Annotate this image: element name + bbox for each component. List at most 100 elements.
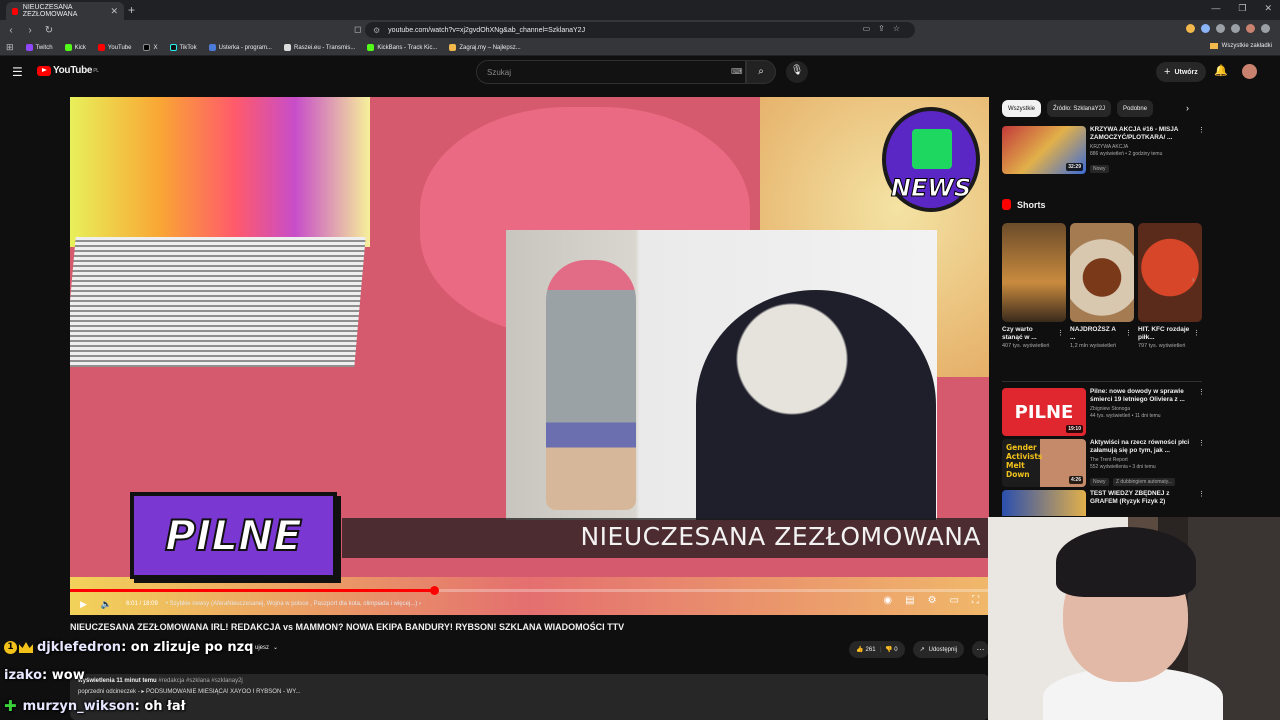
subtitles-icon[interactable]: ▤ bbox=[905, 595, 914, 606]
short-item[interactable]: Czy warto stanąć w ... 407 tys. wyświetl… bbox=[1002, 223, 1066, 349]
like-count: 261 bbox=[865, 647, 876, 653]
more-vert-icon[interactable]: ⋮ bbox=[1193, 329, 1200, 337]
more-vert-icon[interactable]: ⋮ bbox=[1198, 490, 1205, 498]
reload-icon[interactable]: ↻ bbox=[41, 25, 57, 36]
chapter-title[interactable]: • Szybkie newsy (AferaNieuczesanej, Wojn… bbox=[166, 601, 421, 607]
recommended-video[interactable]: Gender Activists Melt Down 4:26 Aktywiśc… bbox=[1002, 439, 1207, 487]
short-item[interactable]: HIT. KFC rozdaje piłk... 797 tys. wyświe… bbox=[1138, 223, 1202, 349]
more-actions-button[interactable]: ⋯ bbox=[972, 641, 989, 658]
create-button[interactable]: + Utwórz bbox=[1156, 62, 1206, 82]
bookmark-zagraj[interactable]: Zagraj.my – Najlepsz... bbox=[449, 44, 521, 51]
restore-icon[interactable]: ❐ bbox=[1238, 3, 1246, 14]
chat-message: ✚ murzyn_wikson : oh łał bbox=[4, 697, 185, 715]
back-icon[interactable]: ‹ bbox=[3, 25, 19, 36]
video-title-link[interactable]: Pilne: nowe dowody w sprawie śmierci 19 … bbox=[1090, 388, 1198, 404]
search-input[interactable]: Szukaj bbox=[476, 60, 746, 84]
bookmark-usterka[interactable]: Usterka - program... bbox=[208, 44, 272, 51]
bookmark-kickbans[interactable]: KickBans - Track Kic... bbox=[367, 44, 437, 51]
more-vert-icon[interactable]: ⋮ bbox=[1198, 388, 1205, 396]
recommended-video[interactable]: TEST WIEDZY ZBĘDNEJ z GRAFEM (Ryzyk Fizy… bbox=[1002, 490, 1207, 516]
autoplay-toggle-icon[interactable]: ◉ bbox=[883, 595, 892, 606]
kick-icon bbox=[64, 44, 72, 51]
play-icon[interactable]: ▶ bbox=[80, 599, 87, 610]
short-thumbnail[interactable] bbox=[1070, 223, 1134, 322]
recommended-video[interactable]: 32:29 KRZYWA AKCJA #16 - MISJA ZAMOCZYĆ/… bbox=[1002, 126, 1207, 174]
more-vert-icon[interactable]: ⋮ bbox=[1057, 329, 1064, 337]
browser-tab[interactable]: NIEUCZESANA ZEZŁOMOWANA ✕ bbox=[6, 2, 124, 20]
cast-icon[interactable]: ▭ bbox=[863, 24, 871, 33]
extension-icon[interactable] bbox=[1186, 24, 1195, 33]
video-thumbnail[interactable] bbox=[1002, 490, 1086, 516]
bookmark-kick[interactable]: Kick bbox=[64, 44, 86, 51]
short-title[interactable]: NAJDROŻSZ A ... bbox=[1070, 326, 1122, 342]
channel-name[interactable]: Zbigniew Stonoga bbox=[1090, 406, 1198, 412]
window-close-icon[interactable]: ✕ bbox=[1264, 3, 1272, 14]
address-bar[interactable]: ⚙ youtube.com/watch?v=xj2gvdOhXNg&ab_cha… bbox=[365, 22, 915, 38]
video-player[interactable]: NEWS NIEUCZESANA ZEZŁOMOWANA PILNE ▶ 🔈 6… bbox=[70, 97, 989, 615]
forward-icon[interactable]: › bbox=[22, 25, 38, 36]
all-bookmarks[interactable]: Wszystkie zakładki bbox=[1209, 43, 1272, 49]
bookmark-icon[interactable]: ◻ bbox=[354, 24, 361, 35]
extension-icon[interactable] bbox=[1231, 24, 1240, 33]
bookmark-x[interactable]: X bbox=[143, 44, 158, 51]
short-thumbnail[interactable] bbox=[1138, 223, 1202, 322]
chevron-right-icon[interactable]: › bbox=[1186, 103, 1189, 113]
minimize-icon[interactable]: — bbox=[1211, 3, 1220, 14]
search-button[interactable]: ⌕ bbox=[746, 60, 776, 84]
keyboard-icon[interactable]: ⌨ bbox=[731, 67, 743, 76]
hamburger-menu-icon[interactable]: ☰ bbox=[12, 65, 23, 79]
fullscreen-icon[interactable]: ⛶ bbox=[972, 595, 979, 606]
bookmark-twitch[interactable]: Twitch bbox=[25, 44, 53, 51]
short-title[interactable]: Czy warto stanąć w ... bbox=[1002, 326, 1054, 342]
more-vert-icon[interactable]: ⋮ bbox=[1198, 439, 1205, 447]
chevron-right-icon[interactable]: › bbox=[1192, 275, 1195, 284]
video-thumbnail[interactable]: PILNE 19:10 bbox=[1002, 388, 1086, 436]
short-title[interactable]: HIT. KFC rozdaje piłk... bbox=[1138, 326, 1190, 342]
share-button[interactable]: ↗ Udostępnij bbox=[912, 641, 964, 658]
video-title-link[interactable]: KRZYWA AKCJA #16 - MISJA ZAMOCZYĆ/PLOTKA… bbox=[1090, 126, 1198, 142]
bookmark-tiktok[interactable]: TikTok bbox=[169, 44, 197, 51]
tab-close-icon[interactable]: ✕ bbox=[110, 6, 118, 17]
progress-scrubber[interactable] bbox=[429, 586, 439, 595]
site-info-icon[interactable]: ⚙ bbox=[373, 26, 380, 35]
voice-search-button[interactable]: 🎙 bbox=[786, 61, 808, 83]
chip-related[interactable]: Podobne bbox=[1117, 100, 1154, 117]
subscribe-dropdown[interactable]: ujesz ⌄ bbox=[255, 644, 278, 652]
volume-icon[interactable]: 🔈 bbox=[101, 599, 112, 610]
more-vert-icon[interactable]: ⋮ bbox=[1198, 126, 1205, 134]
extension-icon[interactable] bbox=[1201, 24, 1210, 33]
progress-bar[interactable] bbox=[70, 586, 989, 595]
bookmark-youtube[interactable]: YouTube bbox=[97, 44, 131, 51]
bookmark-raszei[interactable]: Raszei.eu - Transmis... bbox=[283, 44, 355, 51]
settings-gear-icon[interactable]: ⚙ bbox=[928, 595, 937, 606]
video-thumbnail[interactable]: 32:29 bbox=[1002, 126, 1086, 174]
recommended-video[interactable]: PILNE 19:10 Pilne: nowe dowody w sprawie… bbox=[1002, 388, 1207, 436]
channel-name[interactable]: The Trent Report bbox=[1090, 457, 1198, 463]
chip-all[interactable]: Wszystkie bbox=[1002, 100, 1041, 117]
chip-source[interactable]: Źródło: SzklanaY2J bbox=[1047, 100, 1112, 117]
dislike-button[interactable]: 👎 0 bbox=[885, 646, 897, 653]
video-thumbnail[interactable]: Gender Activists Melt Down 4:26 bbox=[1002, 439, 1086, 487]
menu-icon[interactable] bbox=[1261, 24, 1270, 33]
video-title-link[interactable]: Aktywiści na rzecz równości płci załamuj… bbox=[1090, 439, 1198, 455]
hashtags[interactable]: #redakcja #szklana #szklanay2j bbox=[158, 678, 242, 684]
description-box[interactable]: wyświetlenia 11 minut temu #redakcja #sz… bbox=[70, 674, 989, 720]
new-tab-button[interactable]: + bbox=[128, 3, 135, 17]
extension-icon[interactable] bbox=[1216, 24, 1225, 33]
tiktok-icon bbox=[169, 44, 177, 51]
short-item[interactable]: NAJDROŻSZ A ... 1,2 mln wyświetleń ⋮ bbox=[1070, 223, 1134, 349]
account-avatar[interactable] bbox=[1242, 64, 1257, 79]
video-title-link[interactable]: TEST WIEDZY ZBĘDNEJ z GRAFEM (Ryzyk Fizy… bbox=[1090, 490, 1198, 506]
profile-icon[interactable] bbox=[1246, 24, 1255, 33]
apps-icon[interactable]: ⊞ bbox=[6, 42, 14, 53]
like-button[interactable]: 👍 261 bbox=[856, 646, 875, 653]
channel-name[interactable]: KRZYWA AKCJA bbox=[1090, 144, 1198, 150]
star-icon[interactable]: ☆ bbox=[893, 24, 900, 33]
share-icon[interactable]: ⇪ bbox=[878, 24, 885, 33]
youtube-logo[interactable]: YouTube PL bbox=[37, 65, 99, 76]
divider bbox=[1002, 381, 1202, 382]
theater-mode-icon[interactable]: ▭ bbox=[950, 595, 959, 606]
notifications-bell-icon[interactable]: 🔔 bbox=[1214, 64, 1228, 77]
short-thumbnail[interactable] bbox=[1002, 223, 1066, 322]
more-vert-icon[interactable]: ⋮ bbox=[1125, 329, 1132, 337]
